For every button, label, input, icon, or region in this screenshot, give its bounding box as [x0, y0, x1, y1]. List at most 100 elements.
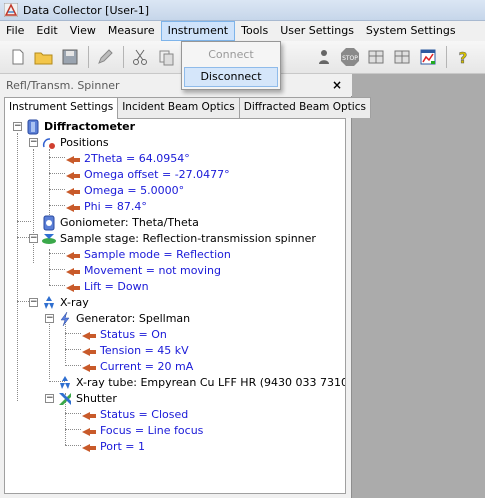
- tree-node-phi[interactable]: Phi = 87.4°: [65, 199, 147, 215]
- close-icon[interactable]: ×: [329, 77, 345, 93]
- new-button[interactable]: [6, 45, 30, 69]
- help-button[interactable]: ?: [451, 45, 475, 69]
- open-button[interactable]: [32, 45, 56, 69]
- tree-node-sample-stage[interactable]: Sample stage: Reflection-transmission sp…: [41, 231, 316, 247]
- tree-node-goniometer[interactable]: Goniometer: Theta/Theta: [41, 215, 199, 231]
- tree-node-diffractometer[interactable]: Diffractometer: [25, 119, 135, 135]
- toolbar-separator: [123, 46, 124, 68]
- property-arrow-icon: [66, 268, 80, 276]
- property-arrow-icon: [66, 252, 80, 260]
- open-folder-icon: [34, 52, 53, 65]
- tree-node-shutter[interactable]: Shutter: [57, 391, 117, 407]
- property-arrow-icon: [82, 364, 96, 372]
- grid-window-icon: [368, 50, 384, 64]
- tree-node-current[interactable]: Current = 20 mA: [81, 359, 193, 375]
- tree-node-lift[interactable]: Lift = Down: [65, 279, 149, 295]
- workspace-area: [352, 74, 485, 498]
- grid-button-1[interactable]: [364, 45, 388, 69]
- panel-header: Refl/Transm. Spinner: [0, 74, 352, 96]
- connect-menu-item[interactable]: Connect: [184, 45, 278, 65]
- expander-generator[interactable]: −: [45, 314, 54, 323]
- tree-node-generator[interactable]: Generator: Spellman: [57, 311, 190, 327]
- property-arrow-icon: [82, 428, 96, 436]
- menu-tools[interactable]: Tools: [235, 21, 274, 41]
- figure-icon: [319, 50, 329, 64]
- positions-icon: [42, 138, 55, 149]
- svg-text:?: ?: [459, 49, 468, 66]
- svg-text:STOP: STOP: [342, 55, 358, 62]
- panel-title: Refl/Transm. Spinner: [6, 78, 120, 92]
- tab-instrument-settings[interactable]: Instrument Settings: [4, 97, 119, 119]
- chart-window-icon: [420, 49, 436, 65]
- tree-node-generator-status[interactable]: Status = On: [81, 327, 167, 343]
- property-arrow-icon: [82, 348, 96, 356]
- stop-icon: STOP: [341, 48, 359, 66]
- grid-button-2[interactable]: [390, 45, 414, 69]
- generator-lightning-icon: [60, 311, 70, 327]
- toolbar-separator: [446, 46, 447, 68]
- tree-node-sample-mode[interactable]: Sample mode = Reflection: [65, 247, 231, 263]
- instrument-panel: Refl/Transm. Spinner × Instrument Settin…: [0, 74, 371, 498]
- copy-button[interactable]: [154, 45, 178, 69]
- tab-incident-beam-optics[interactable]: Incident Beam Optics: [117, 97, 240, 118]
- menu-view[interactable]: View: [64, 21, 102, 41]
- property-arrow-icon: [66, 156, 80, 164]
- tree-node-positions[interactable]: Positions: [41, 135, 109, 151]
- panel-tabs: Instrument Settings Incident Beam Optics…: [4, 97, 371, 119]
- property-arrow-icon: [82, 444, 96, 452]
- menu-measure[interactable]: Measure: [102, 21, 161, 41]
- edit-button[interactable]: [93, 45, 117, 69]
- stop-button[interactable]: STOP: [338, 45, 362, 69]
- menu-instrument[interactable]: Instrument: [160, 21, 236, 41]
- expander-diffractometer[interactable]: −: [13, 122, 22, 131]
- xray-tube-icon: [60, 376, 70, 389]
- shutter-icon: [59, 393, 71, 405]
- tab-diffracted-beam-optics[interactable]: Diffracted Beam Optics: [238, 97, 371, 118]
- pencil-icon: [98, 49, 113, 64]
- expander-xray[interactable]: −: [29, 298, 38, 307]
- chart-button[interactable]: [416, 45, 440, 69]
- xray-icon: [44, 296, 54, 309]
- instrument-dropdown-menu: Connect Disconnect: [181, 41, 281, 90]
- tree-node-xray-tube[interactable]: X-ray tube: Empyrean Cu LFF HR (9430 033…: [57, 375, 345, 391]
- sample-stage-icon: [42, 234, 56, 244]
- disconnect-menu-item[interactable]: Disconnect: [184, 67, 278, 87]
- tree-node-omega-offset[interactable]: Omega offset = -27.0477°: [65, 167, 230, 183]
- menu-bar: File Edit View Measure Instrument Tools …: [0, 21, 485, 41]
- save-button[interactable]: [58, 45, 82, 69]
- diffractometer-icon: [27, 119, 39, 135]
- expander-positions[interactable]: −: [29, 138, 38, 147]
- goniometer-icon: [43, 215, 55, 231]
- tree-node-tension[interactable]: Tension = 45 kV: [81, 343, 189, 359]
- cut-button[interactable]: [128, 45, 152, 69]
- window-title: Data Collector [User-1]: [23, 3, 150, 17]
- menu-system-settings[interactable]: System Settings: [360, 21, 462, 41]
- property-arrow-icon: [66, 188, 80, 196]
- property-arrow-icon: [66, 172, 80, 180]
- tree-node-xray[interactable]: X-ray: [41, 295, 89, 311]
- menu-edit[interactable]: Edit: [30, 21, 63, 41]
- expander-shutter[interactable]: −: [45, 394, 54, 403]
- tree-node-shutter-status[interactable]: Status = Closed: [81, 407, 188, 423]
- menu-file[interactable]: File: [0, 21, 30, 41]
- new-document-icon: [12, 49, 24, 65]
- save-disk-icon: [62, 49, 78, 65]
- tree-node-2theta[interactable]: 2Theta = 64.0954°: [65, 151, 190, 167]
- tree-node-focus[interactable]: Focus = Line focus: [81, 423, 203, 439]
- property-arrow-icon: [82, 332, 96, 340]
- property-arrow-icon: [66, 284, 80, 292]
- instrument-tree: − − − − − − Diffractometer Positions 2Th…: [4, 118, 346, 494]
- instrument-figure-button[interactable]: [312, 45, 336, 69]
- toolbar-separator: [88, 46, 89, 68]
- title-bar: Data Collector [User-1]: [0, 0, 485, 21]
- expander-sample-stage[interactable]: −: [29, 234, 38, 243]
- tree-node-omega[interactable]: Omega = 5.0000°: [65, 183, 184, 199]
- tree-node-movement[interactable]: Movement = not moving: [65, 263, 221, 279]
- grid-window-icon: [394, 50, 410, 64]
- help-question-icon: ?: [458, 49, 468, 66]
- app-logo-icon: [4, 3, 18, 17]
- tree-node-port[interactable]: Port = 1: [81, 439, 145, 455]
- menu-user-settings[interactable]: User Settings: [274, 21, 360, 41]
- property-arrow-icon: [82, 412, 96, 420]
- property-arrow-icon: [66, 204, 80, 212]
